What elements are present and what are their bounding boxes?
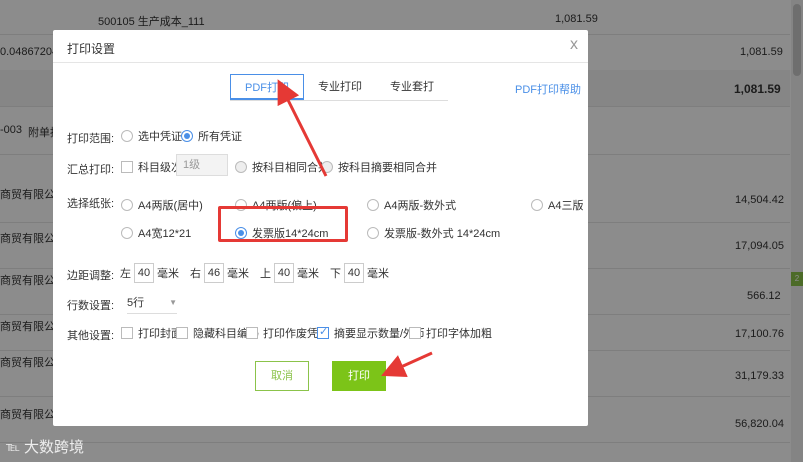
chevron-down-icon: ▼	[169, 298, 177, 307]
margin-bottom-input[interactable]: 40	[344, 263, 364, 283]
paper-invoice-external-14x24[interactable]: 发票版-数外式 14*24cm	[367, 225, 500, 241]
option-label: A4三版	[548, 200, 584, 212]
margin-left-input[interactable]: 40	[134, 263, 154, 283]
annotation-highlight-box	[218, 206, 348, 242]
radio-icon[interactable]	[121, 199, 133, 211]
print-range-label: 打印范围:	[67, 133, 115, 145]
paper-a4-two-center[interactable]: A4两版(居中)	[121, 197, 203, 213]
radio-icon[interactable]	[367, 199, 379, 211]
summary-print-label: 汇总打印:	[67, 164, 115, 176]
margin-right-label: 右	[190, 268, 201, 280]
radio-icon[interactable]	[531, 199, 543, 211]
checkbox-checked-icon[interactable]	[317, 325, 329, 339]
radio-icon[interactable]	[121, 227, 133, 239]
option-label: A4两版(居中)	[138, 200, 203, 212]
checkbox-icon[interactable]	[121, 327, 133, 339]
subject-level-checkbox[interactable]: 科目级次	[121, 159, 182, 175]
subject-level-input[interactable]: 1级	[176, 154, 228, 176]
option-label: 所有凭证	[198, 131, 242, 143]
print-button[interactable]: 打印	[332, 361, 386, 391]
margin-right-input[interactable]: 46	[204, 263, 224, 283]
other-settings-label: 其他设置:	[67, 330, 115, 342]
merge-same-subject[interactable]: 按科目相同合并	[235, 159, 329, 175]
bold-font-checkbox[interactable]: 打印字体加粗	[409, 325, 492, 341]
watermark: ℡ 大数跨境	[6, 436, 84, 457]
close-icon[interactable]: x	[570, 36, 578, 54]
margin-bottom-label: 下	[330, 268, 341, 280]
pdf-print-help-link[interactable]: PDF打印帮助	[515, 81, 581, 97]
dialog-title: 打印设置	[67, 42, 116, 56]
option-label: 按科目摘要相同合并	[338, 162, 437, 174]
paper-a4-wide[interactable]: A4宽12*21	[121, 225, 191, 241]
tab-pdf-print[interactable]: PDF打印	[230, 74, 304, 100]
level-value: 1级	[176, 154, 228, 176]
range-all-vouchers[interactable]: 所有凭证	[181, 128, 242, 144]
watermark-text: 大数跨境	[23, 439, 84, 456]
margin-top-label: 上	[260, 268, 271, 280]
checkbox-icon[interactable]	[409, 327, 421, 339]
paper-a4-two-external[interactable]: A4两版-数外式	[367, 197, 456, 213]
row-count-label: 行数设置:	[67, 300, 115, 312]
merge-same-subject-summary[interactable]: 按科目摘要相同合并	[321, 159, 437, 175]
option-label: 发票版-数外式 14*24cm	[384, 228, 501, 240]
margin-top-input[interactable]: 40	[274, 263, 294, 283]
margin-unit: 毫米	[297, 268, 319, 280]
option-label: A4两版-数外式	[384, 200, 457, 212]
checkbox-icon[interactable]	[246, 327, 258, 339]
checkbox-icon[interactable]	[176, 327, 188, 339]
radio-icon[interactable]	[321, 161, 333, 173]
margin-adjust-label: 边距调整:	[67, 270, 115, 282]
radio-icon[interactable]	[121, 130, 133, 142]
radio-icon[interactable]	[235, 161, 247, 173]
row-count-value: 5行	[127, 297, 145, 309]
option-label: 打印字体加粗	[426, 328, 492, 340]
print-cover-checkbox[interactable]: 打印封面	[121, 325, 182, 341]
print-mode-tabs: PDF打印 专业打印 专业套打	[230, 74, 448, 101]
option-label: 选中凭证	[138, 131, 182, 143]
margin-unit: 毫米	[367, 268, 389, 280]
brand-logo-icon: ℡	[6, 438, 20, 454]
margin-unit: 毫米	[157, 268, 179, 280]
print-settings-dialog: 打印设置 x PDF打印 专业打印 专业套打 PDF打印帮助 打印范围: 选中凭…	[53, 30, 588, 426]
margin-controls: 左 40 毫米 右 46 毫米 上 40 毫米 下 40 毫米	[120, 263, 389, 283]
checkbox-icon[interactable]	[121, 161, 133, 173]
margin-unit: 毫米	[227, 268, 249, 280]
tab-pro-print[interactable]: 专业打印	[304, 74, 376, 100]
range-selected-vouchers[interactable]: 选中凭证	[121, 128, 182, 144]
cancel-button[interactable]: 取消	[255, 361, 309, 391]
radio-checked-icon[interactable]	[181, 130, 193, 142]
margin-left-label: 左	[120, 268, 131, 280]
tab-pro-template-print[interactable]: 专业套打	[376, 74, 448, 100]
paper-a4-three[interactable]: A4三版	[531, 197, 583, 213]
option-label: A4宽12*21	[138, 228, 192, 240]
option-label: 按科目相同合并	[252, 162, 329, 174]
paper-select-label: 选择纸张:	[67, 198, 115, 210]
row-count-select[interactable]: 5行 ▼	[127, 293, 177, 314]
radio-icon[interactable]	[367, 227, 379, 239]
dialog-header: 打印设置 x	[53, 30, 588, 63]
